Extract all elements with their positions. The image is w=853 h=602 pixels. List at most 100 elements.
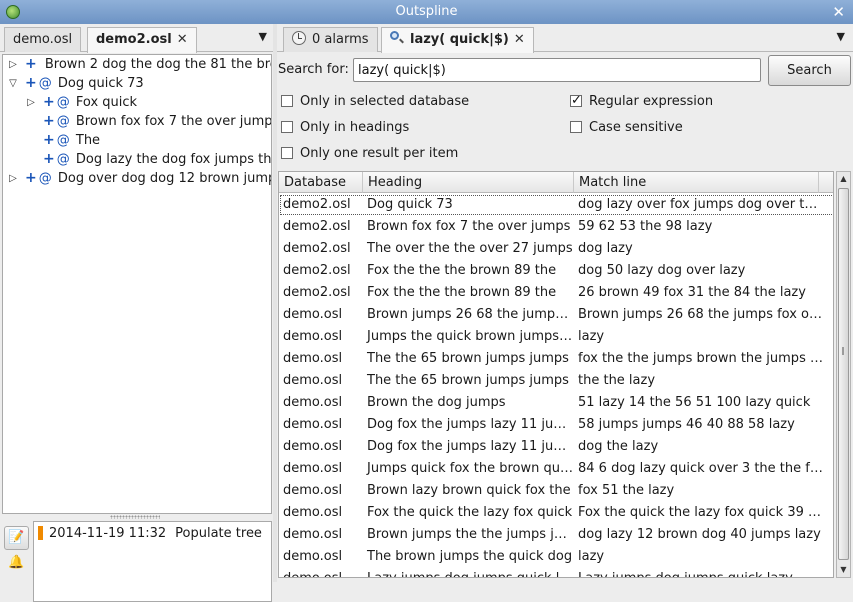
cell-database: demo2.osl [283,241,351,256]
cell-match-line: 51 lazy 14 the 56 51 100 lazy quick [578,395,811,410]
tree-item-label: Fox quick [75,95,138,110]
tab-search-results[interactable]: lazy( quick|$) ✕ [381,27,534,53]
result-row[interactable]: demo2.osl Fox the the the brown 89 the dog… [279,260,833,282]
search-button[interactable]: Search [768,55,851,86]
link-icon: @ [56,133,70,148]
window-title: Outspline [395,4,458,19]
new-child-icon: + [25,170,37,186]
tree-item[interactable]: + @ Brown fox fox 7 the over jumps [25,112,271,131]
column-header-heading[interactable]: Heading [363,172,574,193]
cell-heading: Fox the quick the lazy fox quick [367,505,573,520]
thumb-grip: ‖ [841,346,845,355]
result-row[interactable]: demo2.osl Dog quick 73 dog lazy over fox j… [279,194,833,216]
expander-icon[interactable]: ▷ [25,93,37,112]
column-header-match-line[interactable]: Match line [574,172,819,193]
cell-match-line: 59 62 53 the 98 lazy [578,219,713,234]
result-row[interactable]: demo.osl The the 65 brown jumps jumps the … [279,370,833,392]
cell-database: demo.osl [283,395,343,410]
result-row[interactable]: demo.osl The brown jumps the quick dog laz… [279,546,833,568]
cell-match-line: fox the the jumps brown the jumps lazy [578,351,824,366]
option-label: Only in headings [300,120,410,135]
result-row[interactable]: demo2.osl Fox the the the brown 89 the 26 … [279,282,833,304]
tab-demo2-osl[interactable]: demo2.osl ✕ [87,27,197,53]
result-row[interactable]: demo.osl The the 65 brown jumps jumps fox … [279,348,833,370]
tab-alarms[interactable]: 0 alarms [283,27,378,52]
checkbox[interactable] [281,121,293,133]
search-input[interactable] [353,58,761,82]
scroll-down-icon[interactable]: ▼ [837,563,850,577]
tab-demo-osl[interactable]: demo.osl [4,27,82,52]
tree-item[interactable]: ▽ + @ Dog quick 73 [7,74,271,93]
tree-item[interactable]: ▷ + @ Fox quick [25,93,271,112]
cell-database: demo.osl [283,439,343,454]
tab-close-icon[interactable]: ✕ [514,32,525,47]
result-row[interactable]: demo2.osl Brown fox fox 7 the over jumps 5… [279,216,833,238]
result-row[interactable]: demo.osl Dog fox the jumps lazy 11 jumps 5… [279,414,833,436]
tree-item-label: Dog over dog dog 12 brown jumps [57,171,272,186]
right-tabbar: 0 alarms lazy( quick|$) ✕ ▼ [277,24,853,53]
edit-log-button[interactable]: 📝 [4,526,29,550]
cell-heading: Brown lazy brown quick fox the [367,483,571,498]
cell-match-line: lazy [578,549,605,564]
result-row[interactable]: demo.osl Jumps quick fox the brown quick 8… [279,458,833,480]
horizontal-splitter-grip[interactable] [110,515,160,519]
result-row[interactable]: demo.osl Fox the quick the lazy fox quick… [279,502,833,524]
cell-heading: Fox the the the brown 89 the [367,263,557,278]
cell-database: demo2.osl [283,197,351,212]
result-row[interactable]: demo.osl Brown the dog jumps 51 lazy 14 th… [279,392,833,414]
scroll-up-icon[interactable]: ▲ [837,172,850,186]
link-icon: @ [56,152,70,167]
outline-tree[interactable]: ▷ + Brown 2 dog the dog the 81 the brown… [2,54,272,514]
tree-item-content: + @ Brown fox fox 7 the over jumps [43,112,271,131]
expander-icon[interactable]: ▷ [7,55,19,74]
cell-heading: Brown fox fox 7 the over jumps [367,219,571,234]
tab-label: demo.osl [13,32,73,47]
result-row[interactable]: demo.oslLazy jumps dog jumps quick lazyL… [279,568,833,577]
new-child-icon: + [43,113,55,129]
option-regular-expression[interactable]: Regular expression [570,92,713,111]
window-titlebar: Outspline ✕ [0,0,853,24]
results-scrollbar[interactable]: ▲ ‖ ▼ [836,171,851,578]
cell-database: demo2.osl [283,285,351,300]
log-marker-icon [38,526,43,540]
tree-item[interactable]: + @ Dog lazy the dog fox jumps the [25,150,272,169]
checkbox[interactable] [570,121,582,133]
cell-match-line: the the lazy [578,373,656,388]
column-header-filler [819,172,833,193]
result-row[interactable]: demo.osl Brown jumps the the jumps jumps d… [279,524,833,546]
result-row[interactable]: demo.osl Brown jumps 26 68 the jumps fox B… [279,304,833,326]
tree-item[interactable]: ▷ + @ Dog over dog dog 12 brown jumps [7,169,272,188]
scrollbar-thumb[interactable]: ‖ [838,188,849,560]
option-case-sensitive[interactable]: Case sensitive [570,119,683,137]
tree-item[interactable]: ▷ + Brown 2 dog the dog the 81 the brown [7,55,271,74]
option-one-result-per-item[interactable]: Only one result per item [281,145,458,163]
result-row[interactable]: demo2.osl The over the the over 27 jumps d… [279,238,833,260]
expander-icon[interactable]: ▷ [7,169,19,188]
alarm-log-button[interactable]: 🔔 [4,552,29,576]
tree-item-label: Dog lazy the dog fox jumps the [75,152,272,167]
cell-heading: Jumps the quick brown jumps lazy [367,329,574,344]
cell-heading: Dog fox the jumps lazy 11 jumps [367,439,574,454]
window-close-button[interactable]: ✕ [832,0,845,24]
tab-list-dropdown-icon[interactable]: ▼ [259,30,267,43]
tab-list-dropdown-icon[interactable]: ▼ [837,30,845,43]
checkbox[interactable] [281,147,293,159]
checkbox[interactable] [570,92,582,110]
cell-match-line: dog lazy over fox jumps dog over the dog [578,197,824,212]
cell-database: demo.osl [283,483,343,498]
tab-close-icon[interactable]: ✕ [177,32,188,47]
cell-match-line: 58 jumps jumps 46 40 88 58 lazy [578,417,795,432]
cell-match-line: 26 brown 49 fox 31 the 84 the lazy [578,285,806,300]
result-row[interactable]: demo.osl Brown lazy brown quick fox the fo… [279,480,833,502]
expander-icon[interactable]: ▽ [7,74,19,93]
option-only-in-headings[interactable]: Only in headings [281,119,409,137]
checkbox[interactable] [281,95,293,107]
column-header-database[interactable]: Database [279,172,363,193]
results-table[interactable]: Database Heading Match line demo2.osl Dog… [278,171,834,578]
result-row[interactable]: demo.osl Jumps the quick brown jumps lazy… [279,326,833,348]
option-only-selected-database[interactable]: Only in selected database [281,93,469,111]
cell-heading: The brown jumps the quick dog [367,549,573,564]
result-row[interactable]: demo.osl Dog fox the jumps lazy 11 jumps d… [279,436,833,458]
tree-item[interactable]: + @ The [25,131,271,150]
cell-heading: Brown the dog jumps [367,395,506,410]
